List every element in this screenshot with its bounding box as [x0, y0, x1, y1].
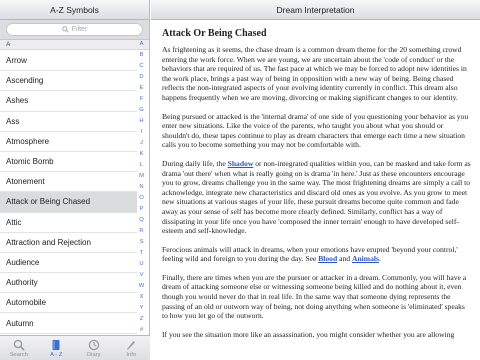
article-paragraph: As frightening as it seems, the chase dr…	[162, 45, 467, 102]
pencil-icon	[127, 341, 136, 350]
list-item[interactable]: Ascending	[0, 71, 137, 92]
index-letter[interactable]: L	[140, 162, 143, 169]
index-letter[interactable]: M	[139, 173, 144, 180]
symbols-title: A-Z Symbols	[50, 4, 99, 15]
interpretation-nav-bar: Dream Interpretation	[151, 0, 480, 20]
index-letter[interactable]: F	[140, 96, 144, 103]
index-letter[interactable]: A	[140, 41, 144, 48]
article-body: Attack Or Being Chased As frightening as…	[151, 20, 480, 339]
index-letter[interactable]: Q	[139, 217, 144, 224]
search-icon	[13, 339, 25, 351]
tab-bar: Search A - Z Diary Info	[0, 335, 150, 360]
tab-label: Diary	[86, 352, 101, 358]
filter-bar: Filter	[0, 20, 149, 40]
tab-label: Info	[126, 352, 137, 358]
list-item[interactable]: Attic	[0, 213, 137, 233]
tab-a-z[interactable]: A - Z	[38, 336, 76, 360]
book-icon	[52, 340, 60, 350]
text-run: .	[378, 254, 381, 264]
filter-placeholder: Filter	[71, 26, 88, 33]
index-letter[interactable]: U	[139, 261, 143, 268]
article-paragraph: Being pursued or attacked is the 'intern…	[162, 111, 469, 150]
index-letter[interactable]: H	[139, 118, 143, 125]
text-run: During daily life, the	[162, 158, 228, 168]
list-item[interactable]: Authority	[0, 273, 137, 294]
index-letter[interactable]: B	[140, 52, 144, 59]
text-run: or non-integrated qualities within you, …	[162, 158, 471, 236]
list-item[interactable]: Atonement	[0, 172, 137, 193]
index-letter[interactable]: O	[139, 195, 144, 202]
shadow-link[interactable]: Shadow	[228, 159, 254, 168]
article-paragraph: During daily life, the Shadow or non-int…	[162, 159, 472, 236]
index-letter[interactable]: E	[140, 85, 144, 92]
animals-link[interactable]: Animals	[352, 254, 379, 263]
symbol-list[interactable]: Arrow Ascending Ashes Ass Atmosphere Atomic B…	[0, 51, 137, 335]
list-item[interactable]: Atomic Bomb	[0, 152, 137, 173]
article-heading: Attack Or Being Chased	[162, 28, 267, 39]
index-letter[interactable]: R	[139, 228, 143, 235]
symbols-pane: A-Z Symbols Filter A Arrow Ascending Ashes…	[0, 0, 150, 360]
index-letter[interactable]: G	[139, 107, 144, 114]
article-paragraph: If you see the situation more like an as…	[162, 329, 455, 339]
tab-label: Search	[9, 352, 28, 358]
alphabet-index[interactable]: A B C D E F G H I J K L M N O P Q R S T U V W X Y Z #	[136, 41, 147, 335]
index-letter[interactable]: S	[140, 239, 144, 246]
tab-diary[interactable]: Diary	[75, 336, 113, 360]
section-header: A	[0, 40, 149, 50]
text-run: Ferocious animals will attack in dreams,…	[162, 244, 458, 264]
filter-input[interactable]: Filter	[6, 23, 143, 36]
tab-search[interactable]: Search	[0, 336, 38, 360]
text-run: and	[337, 254, 352, 264]
list-item[interactable]: Automobile	[0, 293, 137, 314]
tab-label: A - Z	[50, 352, 63, 358]
list-item[interactable]: Ass	[0, 112, 137, 132]
index-letter[interactable]: Z	[140, 316, 144, 323]
index-letter[interactable]: Y	[140, 305, 144, 312]
index-letter[interactable]: D	[139, 74, 143, 81]
index-letter[interactable]: W	[139, 283, 144, 290]
list-item[interactable]: Attack or Being Chased	[0, 192, 137, 213]
index-letter[interactable]: J	[140, 140, 143, 147]
article-paragraph: Ferocious animals will attack in dreams,…	[162, 245, 472, 264]
list-item[interactable]: Audience	[0, 253, 137, 274]
list-item[interactable]: Ashes	[0, 91, 137, 112]
index-letter[interactable]: K	[140, 151, 144, 158]
index-letter[interactable]: I	[141, 129, 143, 136]
symbols-nav-bar: A-Z Symbols	[0, 0, 149, 20]
index-letter[interactable]: N	[139, 184, 143, 191]
clock-icon	[88, 339, 99, 351]
article-paragraph: Finally, there are times when you are th…	[162, 272, 467, 321]
index-letter[interactable]: X	[140, 294, 144, 301]
tab-info[interactable]: Info	[113, 336, 151, 360]
interpretation-pane: Dream Interpretation Attack Or Being Cha…	[151, 0, 480, 360]
index-letter[interactable]: C	[139, 63, 143, 70]
list-item[interactable]: Autumn	[0, 313, 137, 334]
index-letter[interactable]: #	[140, 327, 143, 334]
interpretation-title: Dream Interpretation	[276, 4, 355, 15]
index-letter[interactable]: V	[140, 272, 144, 279]
index-letter[interactable]: P	[140, 206, 144, 213]
index-letter[interactable]: T	[140, 250, 144, 257]
list-item[interactable]: Arrow	[0, 51, 137, 72]
blood-link[interactable]: Blood	[318, 254, 337, 263]
list-item[interactable]: Attraction and Rejection	[0, 233, 137, 253]
list-item[interactable]: Atmosphere	[0, 132, 137, 152]
search-icon	[61, 26, 69, 33]
